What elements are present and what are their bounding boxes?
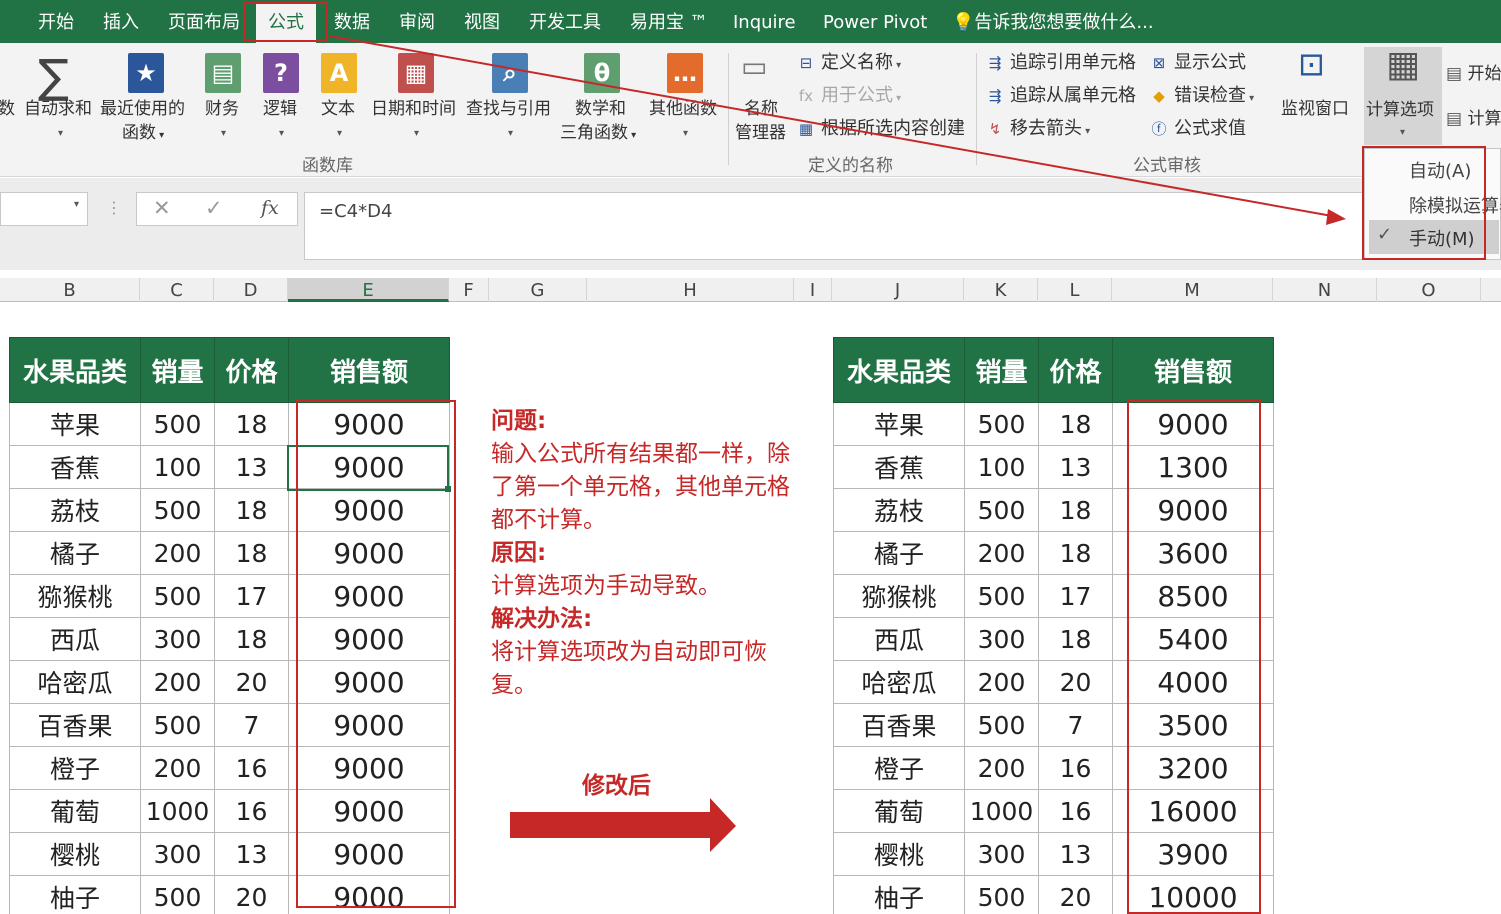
cause-title: 原因:: [491, 540, 547, 566]
pointer-arrowhead: [1326, 209, 1346, 225]
explanation-note: 问题: 输入公式所有结果都一样，除了第一个单元格，其他单元格都不计算。 原因: …: [491, 405, 791, 702]
big-right-arrow: [510, 798, 736, 852]
pointer-arrow-line: [329, 35, 1333, 217]
solution-text: 将计算选项改为自动即可恢复。: [491, 639, 767, 698]
after-change-label: 修改后: [582, 773, 651, 799]
problem-title: 问题:: [491, 408, 547, 434]
cause-text: 计算选项为手动导致。: [491, 573, 721, 599]
problem-text: 输入公式所有结果都一样，除了第一个单元格，其他单元格都不计算。: [491, 441, 790, 533]
solution-title: 解决办法:: [491, 606, 593, 632]
